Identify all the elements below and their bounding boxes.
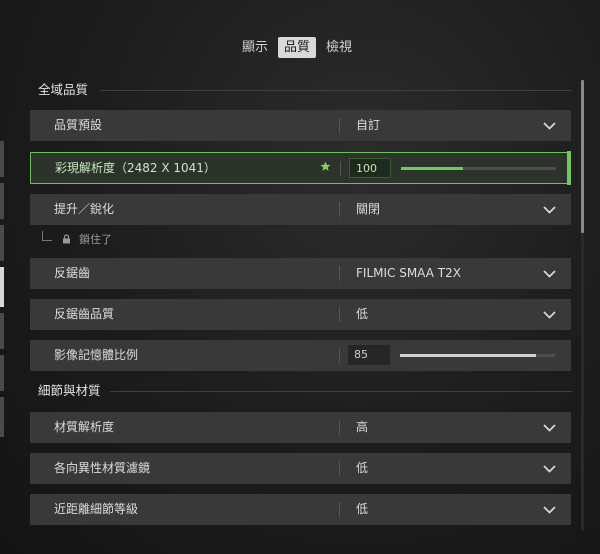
anti-aliasing-label: 反鋸齒 xyxy=(54,266,91,280)
vram-scale-value[interactable]: 85 xyxy=(348,345,390,365)
texture-resolution-dropdown[interactable]: 材質解析度 高 xyxy=(30,412,571,443)
near-lod-dropdown[interactable]: 近距離細節等級 低 xyxy=(30,494,571,525)
anisotropic-dropdown[interactable]: 各向異性材質濾鏡 低 xyxy=(30,453,571,484)
chevron-down-icon xyxy=(543,424,556,432)
render-resolution-label: 彩現解析度（2482 X 1041） xyxy=(55,161,216,175)
quality-preset-dropdown[interactable]: 品質預設 自訂 xyxy=(30,110,571,141)
side-tab-1[interactable] xyxy=(0,141,4,177)
side-tab-6[interactable] xyxy=(0,355,4,391)
chevron-down-icon xyxy=(543,270,556,278)
texture-resolution-label: 材質解析度 xyxy=(54,420,115,434)
side-tab-5[interactable] xyxy=(0,313,4,349)
anisotropic-label: 各向異性材質濾鏡 xyxy=(54,461,151,475)
side-tab-3[interactable] xyxy=(0,225,4,261)
aa-quality-label: 反鋸齒品質 xyxy=(54,307,115,321)
tab-display[interactable]: 顯示 xyxy=(236,37,274,58)
divider xyxy=(339,502,340,517)
tab-bar: 顯示 品質 檢視 xyxy=(236,37,358,58)
scrollbar-thumb[interactable] xyxy=(581,80,584,233)
chevron-down-icon xyxy=(543,311,556,319)
render-resolution-fill xyxy=(401,167,463,170)
vram-scale-fill xyxy=(400,354,537,357)
tree-connector xyxy=(42,231,52,241)
star-icon[interactable] xyxy=(320,161,331,172)
aa-quality-dropdown[interactable]: 反鋸齒品質 低 xyxy=(30,299,571,330)
selection-indicator xyxy=(567,151,571,185)
divider xyxy=(340,161,341,176)
near-lod-label: 近距離細節等級 xyxy=(54,502,139,516)
locked-note: 鎖住了 xyxy=(42,229,112,249)
quality-preset-value: 自訂 xyxy=(356,118,381,132)
section-global-quality: 全域品質 xyxy=(30,80,572,100)
upscale-value: 關閉 xyxy=(356,202,381,216)
upscale-dropdown[interactable]: 提升／銳化 關閉 xyxy=(30,194,571,225)
tab-quality[interactable]: 品質 xyxy=(278,37,317,58)
quality-preset-label: 品質預設 xyxy=(54,118,103,132)
divider xyxy=(339,461,340,476)
vram-scale-track[interactable] xyxy=(400,354,555,357)
render-resolution-slider[interactable]: 彩現解析度（2482 X 1041） 100 xyxy=(30,152,571,184)
side-tab-4[interactable] xyxy=(0,267,4,307)
side-tab-7[interactable] xyxy=(0,397,4,437)
render-resolution-value[interactable]: 100 xyxy=(349,158,391,178)
divider xyxy=(339,202,340,217)
lock-icon xyxy=(63,234,70,244)
anti-aliasing-dropdown[interactable]: 反鋸齒 FILMIC SMAA T2X xyxy=(30,258,571,289)
chevron-down-icon xyxy=(543,465,556,473)
divider xyxy=(339,307,340,322)
chevron-down-icon xyxy=(543,506,556,514)
divider xyxy=(339,118,340,133)
aa-quality-value: 低 xyxy=(356,307,369,321)
chevron-down-icon xyxy=(543,122,556,130)
near-lod-value: 低 xyxy=(356,502,369,516)
divider xyxy=(339,420,340,435)
anisotropic-value: 低 xyxy=(356,461,369,475)
vram-scale-slider[interactable]: 影像記憶體比例 85 xyxy=(30,340,571,371)
tab-view[interactable]: 檢視 xyxy=(320,37,358,58)
locked-text: 鎖住了 xyxy=(79,233,112,246)
anti-aliasing-value: FILMIC SMAA T2X xyxy=(356,266,461,280)
side-tab-2[interactable] xyxy=(0,183,4,219)
section-details-textures: 細節與材質 xyxy=(30,381,572,401)
chevron-down-icon xyxy=(543,206,556,214)
render-resolution-track[interactable] xyxy=(401,167,556,170)
divider xyxy=(339,348,340,363)
upscale-label: 提升／銳化 xyxy=(54,202,115,216)
vram-scale-label: 影像記憶體比例 xyxy=(54,348,139,362)
divider xyxy=(339,266,340,281)
texture-resolution-value: 高 xyxy=(356,420,369,434)
